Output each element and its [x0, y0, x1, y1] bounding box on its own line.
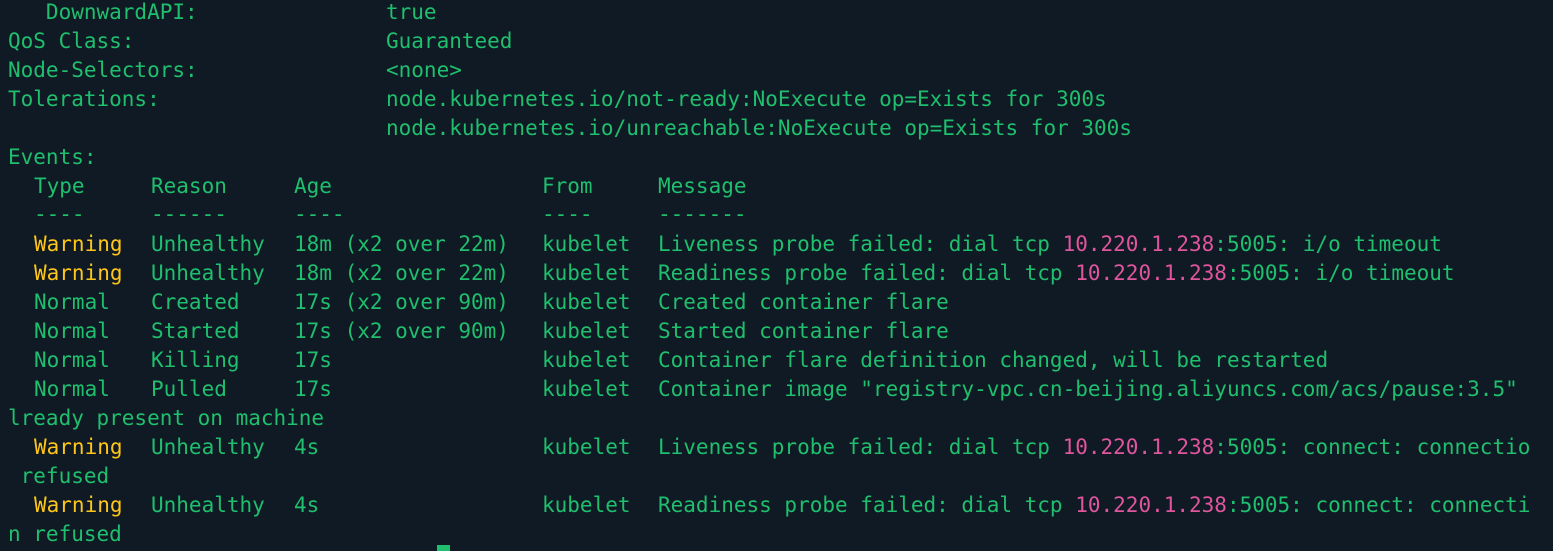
- event-from: kubelet: [542, 319, 631, 343]
- event-from: kubelet: [542, 493, 631, 517]
- field-value: node.kubernetes.io/not-ready:NoExecute o…: [386, 87, 1107, 111]
- event-type-normal: Normal: [34, 348, 110, 372]
- event-message: Readiness probe failed: dial tcp 10.220.…: [658, 259, 1455, 288]
- event-type-warning: Warning: [34, 435, 123, 459]
- events-header-row: Type Reason Age From Message: [8, 172, 747, 201]
- field-value: true: [386, 0, 437, 24]
- event-row: Warning Unhealthy 4s kubelet Liveness pr…: [8, 433, 1530, 462]
- event-reason: Unhealthy: [151, 493, 265, 517]
- field-label: Tolerations:: [8, 87, 160, 111]
- terminal-cursor: [437, 545, 450, 551]
- field-value: <none>: [386, 58, 462, 82]
- events-heading: Events:: [8, 145, 97, 169]
- message-text: :5005: i/o timeout: [1226, 261, 1455, 285]
- field-label: QoS Class:: [8, 29, 135, 53]
- event-message: Container image "registry-vpc.cn-beijing…: [658, 377, 1518, 401]
- message-text: :5005: connect: connectio: [1214, 435, 1531, 459]
- message-text: Liveness probe failed: dial tcp: [658, 232, 1063, 256]
- event-type-normal: Normal: [34, 377, 110, 401]
- event-row: Normal Started 17s (x2 over 90m) kubelet…: [8, 317, 949, 346]
- event-message: Liveness probe failed: dial tcp 10.220.1…: [658, 433, 1530, 462]
- terminal-window[interactable]: DownwardAPI: true QoS Class: Guaranteed …: [0, 0, 1553, 551]
- header-reason: Reason: [151, 174, 227, 198]
- wrapped-line: refused: [8, 462, 110, 491]
- field-label: DownwardAPI:: [8, 0, 198, 24]
- field-line-qos-class: QoS Class: Guaranteed: [8, 27, 512, 56]
- event-age: 4s: [294, 435, 320, 459]
- field-line-tolerations-cont: node.kubernetes.io/unreachable:NoExecute…: [8, 114, 1132, 143]
- field-value: node.kubernetes.io/unreachable:NoExecute…: [386, 116, 1132, 140]
- event-reason: Unhealthy: [151, 232, 265, 256]
- separator: ----: [542, 202, 593, 226]
- event-from: kubelet: [542, 435, 631, 459]
- event-row: Normal Created 17s (x2 over 90m) kubelet…: [8, 288, 949, 317]
- event-reason: Killing: [151, 348, 240, 372]
- header-from: From: [542, 174, 593, 198]
- event-message: Container flare definition changed, will…: [658, 348, 1329, 372]
- event-message-wrap: lready present on machine: [8, 406, 325, 430]
- event-reason: Created: [151, 290, 240, 314]
- message-text: :5005: connect: connecti: [1226, 493, 1531, 517]
- event-message: Liveness probe failed: dial tcp 10.220.1…: [658, 230, 1442, 259]
- separator: ----: [294, 202, 345, 226]
- ip-address: 10.220.1.238: [1062, 232, 1215, 256]
- ip-address: 10.220.1.238: [1075, 261, 1227, 285]
- field-line-downwardapi: DownwardAPI: true: [8, 0, 437, 27]
- separator: ------: [151, 202, 227, 226]
- event-from: kubelet: [542, 261, 631, 285]
- message-text: Readiness probe failed: dial tcp: [658, 261, 1076, 285]
- event-type-warning: Warning: [34, 232, 123, 256]
- message-text: Readiness probe failed: dial tcp: [658, 493, 1076, 517]
- event-reason: Unhealthy: [151, 435, 265, 459]
- event-message: Started container flare: [658, 319, 949, 343]
- field-line-node-selectors: Node-Selectors: <none>: [8, 56, 462, 85]
- event-age: 17s (x2 over 90m): [294, 290, 509, 314]
- event-age: 17s: [294, 377, 332, 401]
- event-type-normal: Normal: [34, 290, 110, 314]
- ip-address: 10.220.1.238: [1075, 493, 1227, 517]
- header-age: Age: [294, 174, 332, 198]
- event-message-wrap: refused: [8, 464, 110, 488]
- header-message: Message: [658, 174, 747, 198]
- event-from: kubelet: [542, 290, 631, 314]
- event-from: kubelet: [542, 232, 631, 256]
- event-age: 17s: [294, 348, 332, 372]
- field-line-tolerations: Tolerations: node.kubernetes.io/not-read…: [8, 85, 1107, 114]
- event-type-normal: Normal: [34, 319, 110, 343]
- ip-address: 10.220.1.238: [1062, 435, 1215, 459]
- event-type-warning: Warning: [34, 493, 123, 517]
- event-row: Warning Unhealthy 4s kubelet Readiness p…: [8, 491, 1530, 520]
- event-age: 17s (x2 over 90m): [294, 319, 509, 343]
- event-row: Normal Pulled 17s kubelet Container imag…: [8, 375, 1518, 404]
- separator: -------: [658, 202, 747, 226]
- event-age: 4s: [294, 493, 320, 517]
- event-reason: Unhealthy: [151, 261, 265, 285]
- event-age: 18m (x2 over 22m): [294, 261, 509, 285]
- wrapped-line: lready present on machine: [8, 404, 324, 433]
- events-title: Events:: [8, 143, 97, 172]
- message-text: :5005: i/o timeout: [1214, 232, 1442, 256]
- event-row: Warning Unhealthy 18m (x2 over 22m) kube…: [8, 259, 1455, 288]
- event-from: kubelet: [542, 348, 631, 372]
- event-reason: Pulled: [151, 377, 227, 401]
- event-reason: Started: [151, 319, 240, 343]
- event-row: Normal Killing 17s kubelet Container fla…: [8, 346, 1328, 375]
- event-row: Warning Unhealthy 18m (x2 over 22m) kube…: [8, 230, 1442, 259]
- message-text: Liveness probe failed: dial tcp: [658, 435, 1063, 459]
- separator: ----: [34, 202, 85, 226]
- event-message: Created container flare: [658, 290, 949, 314]
- field-value: Guaranteed: [386, 29, 513, 53]
- event-type-warning: Warning: [34, 261, 123, 285]
- field-label: Node-Selectors:: [8, 58, 198, 82]
- header-type: Type: [34, 174, 85, 198]
- events-separator-row: ---- ------ ---- ---- -------: [8, 200, 747, 229]
- event-age: 18m (x2 over 22m): [294, 232, 509, 256]
- event-message: Readiness probe failed: dial tcp 10.220.…: [658, 491, 1530, 520]
- wrapped-line: n refused: [8, 520, 122, 549]
- event-from: kubelet: [542, 377, 631, 401]
- event-message-wrap: n refused: [8, 522, 122, 546]
